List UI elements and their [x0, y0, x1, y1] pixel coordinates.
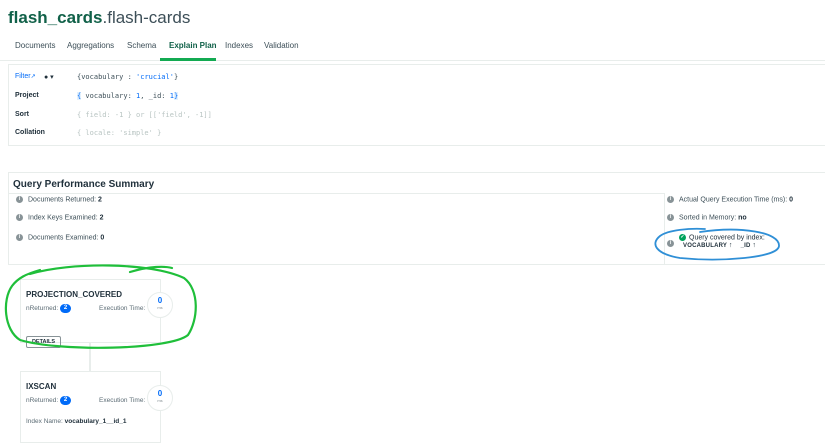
- nreturned-badge: 2: [59, 304, 71, 313]
- tab-bar: Documents Aggregations Schema Explain Pl…: [0, 36, 825, 61]
- nreturned-badge: 2: [59, 396, 71, 405]
- info-icon: i: [667, 214, 674, 221]
- arrow-up-icon: ↑: [752, 242, 757, 249]
- stage-card-projection-covered[interactable]: PROJECTION_COVERED nReturned: 2 Executio…: [20, 279, 161, 348]
- stage-nreturned: nReturned: 2: [26, 396, 71, 405]
- stage-exec-label: Execution Time:: [99, 305, 146, 312]
- query-bar: Filter↗ ● ▾ {vocabulary : 'crucial'} Pro…: [8, 64, 825, 146]
- collation-input[interactable]: { locale: 'simple' }: [77, 129, 161, 137]
- info-icon: i: [667, 240, 674, 247]
- info-icon: i: [16, 214, 23, 221]
- covered-index-fields: VOCABULARY ↑ _ID ↑: [683, 242, 764, 249]
- sorted-in-memory-stat: i Sorted in Memory: no: [667, 214, 747, 221]
- page-title: flash_cards.flash-cards: [8, 8, 190, 28]
- covered-by-index-stat: i✓ Query covered by index:: [667, 234, 765, 247]
- info-icon: i: [16, 196, 23, 203]
- stage-nreturned: nReturned: 2: [26, 304, 71, 313]
- tab-explain-plan[interactable]: Explain Plan: [169, 41, 217, 50]
- docs-examined-stat: i Documents Examined: 0: [16, 234, 104, 241]
- divider: [664, 193, 665, 264]
- project-input[interactable]: { vocabulary: 1, _id: 1}: [77, 92, 179, 100]
- active-tab-indicator: [160, 58, 216, 61]
- external-link-icon: ↗: [30, 74, 36, 80]
- arrow-up-icon: ↑: [728, 242, 733, 249]
- tab-documents[interactable]: Documents: [15, 41, 55, 50]
- docs-returned-stat: i Documents Returned: 2: [16, 196, 102, 203]
- stage-name: PROJECTION_COVERED: [26, 290, 123, 299]
- filter-link[interactable]: Filter↗: [15, 73, 36, 80]
- check-circle-icon: ✓: [679, 234, 686, 241]
- exec-time-circle: 0 ms: [147, 292, 173, 318]
- tab-aggregations[interactable]: Aggregations: [67, 41, 114, 50]
- details-button[interactable]: DETAILS: [26, 336, 61, 348]
- stage-card-ixscan[interactable]: IXSCAN nReturned: 2 Execution Time: Inde…: [20, 371, 161, 443]
- stage-index-name: Index Name: vocabulary_1__id_1: [26, 418, 127, 425]
- info-icon: i: [16, 234, 23, 241]
- collection-name: .flash-cards: [102, 8, 191, 27]
- filter-input[interactable]: {vocabulary : 'crucial'}: [77, 73, 178, 81]
- db-name: flash_cards: [8, 8, 103, 27]
- sort-label: Sort: [15, 111, 29, 118]
- stage-connector: [89, 342, 91, 371]
- tab-indexes[interactable]: Indexes: [225, 41, 253, 50]
- tab-schema[interactable]: Schema: [127, 41, 156, 50]
- exec-time-circle: 0 ms: [147, 385, 173, 411]
- keys-examined-stat: i Index Keys Examined: 2: [16, 214, 104, 221]
- index-field: VOCABULARY: [683, 243, 728, 249]
- info-icon: i: [667, 196, 674, 203]
- tab-validation[interactable]: Validation: [264, 41, 299, 50]
- history-clock-icon[interactable]: ● ▾: [44, 73, 54, 81]
- index-field: _ID: [740, 243, 751, 249]
- exec-time-stat: i Actual Query Execution Time (ms): 0: [667, 196, 793, 203]
- stage-exec-label: Execution Time:: [99, 397, 146, 404]
- divider: [9, 193, 664, 194]
- project-label: Project: [15, 92, 39, 99]
- sort-input[interactable]: { field: -1 } or [['field', -1]]: [77, 111, 212, 119]
- stage-name: IXSCAN: [26, 382, 57, 391]
- collation-label: Collation: [15, 129, 45, 136]
- summary-title: Query Performance Summary: [13, 179, 155, 190]
